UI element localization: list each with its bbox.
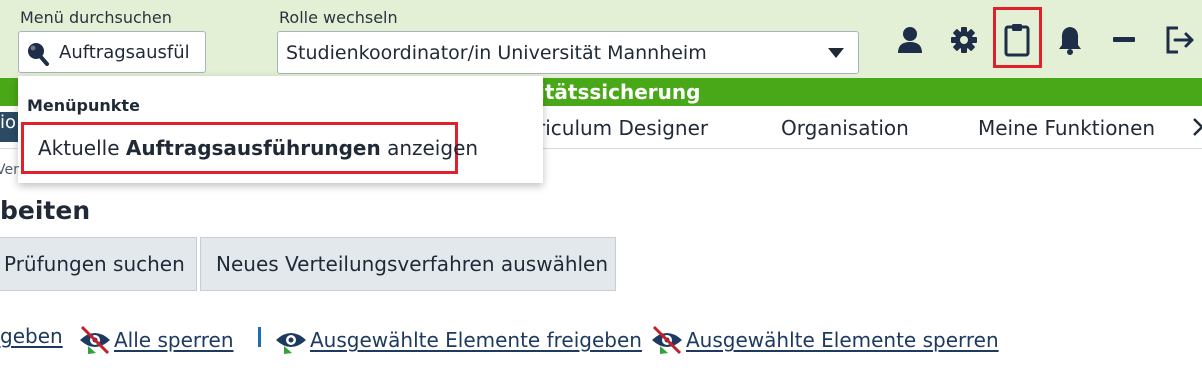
search-exams-button[interactable]: Prüfungen suchen	[0, 237, 197, 291]
context-title: itätssicherung	[538, 80, 701, 104]
release-selected-link[interactable]: Ausgewählte Elemente freigeben	[274, 324, 642, 356]
nav-item-active[interactable]: io	[0, 112, 18, 142]
release-all-link[interactable]: geben	[0, 324, 63, 348]
release-all-label: geben	[0, 324, 63, 348]
minimize-icon[interactable]	[1104, 20, 1144, 60]
clipboard-highlight-frame	[993, 7, 1042, 68]
eye-crossed-icon	[652, 325, 682, 355]
user-icon[interactable]	[890, 20, 930, 60]
separator	[258, 327, 261, 347]
search-exams-button-label: Prüfungen suchen	[4, 252, 185, 276]
menu-result-current-job-executions[interactable]: Aktuelle Auftragsausführungen anzeigen	[21, 122, 478, 174]
role-select-value: Studienkoordinator/in Universität Mannhe…	[286, 42, 707, 64]
dropdown-heading: Menüpunkte	[27, 96, 140, 115]
nav-item-active-label: io	[0, 112, 17, 133]
lock-all-label: Alle sperren	[114, 328, 234, 352]
menu-result-label: Aktuelle Auftragsausführungen anzeigen	[38, 136, 479, 160]
gear-icon[interactable]	[944, 20, 984, 60]
search-label: Menü durchsuchen	[20, 8, 172, 27]
new-distribution-button[interactable]: Neues Verteilungsverfahren auswählen	[200, 237, 616, 291]
search-results-dropdown: Menüpunkte Aktuelle Auftragsausführungen…	[18, 76, 543, 183]
lock-all-link[interactable]: Alle sperren	[78, 324, 234, 356]
search-icon	[28, 43, 49, 66]
nav-item-organisation[interactable]: Organisation	[781, 116, 909, 140]
new-distribution-button-label: Neues Verteilungsverfahren auswählen	[216, 252, 609, 276]
lock-selected-label: Ausgewählte Elemente sperren	[686, 328, 999, 352]
logout-icon[interactable]	[1160, 20, 1200, 60]
bell-icon[interactable]	[1050, 20, 1090, 60]
release-selected-label: Ausgewählte Elemente freigeben	[310, 328, 642, 352]
lock-selected-link[interactable]: Ausgewählte Elemente sperren	[650, 324, 999, 356]
search-input[interactable]	[59, 38, 203, 66]
breadcrumb[interactable]: Ver	[0, 162, 19, 178]
chevron-down-icon	[828, 48, 844, 58]
menu-search-field[interactable]	[18, 31, 206, 73]
eye-crossed-icon	[80, 325, 110, 355]
role-label: Rolle wechseln	[279, 8, 398, 27]
nav-item-meine-funktionen[interactable]: Meine Funktionen	[978, 116, 1155, 140]
nav-scroll-right-icon[interactable]	[1192, 117, 1202, 142]
nav-item-curriculum-designer[interactable]: riculum Designer	[537, 116, 708, 140]
eye-icon	[276, 333, 306, 354]
role-select[interactable]: Studienkoordinator/in Universität Mannhe…	[277, 31, 859, 74]
page-title: beiten	[0, 196, 91, 225]
